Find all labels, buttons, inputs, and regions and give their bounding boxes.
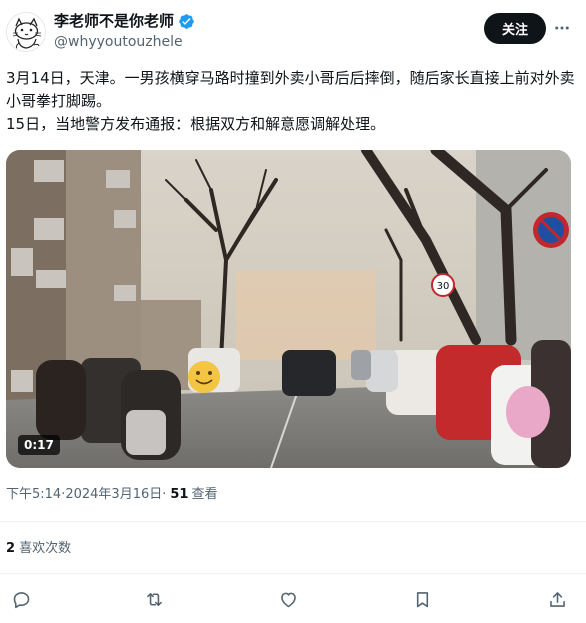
video-thumbnail: 30 [6,150,571,468]
views-count: 51 [170,487,189,502]
meta-separator: · [162,487,167,502]
retweet-icon[interactable] [141,586,167,612]
tweet-date[interactable]: 2024年3月16日 [65,486,162,504]
avatar[interactable] [6,12,46,52]
smiley-face-icon [188,361,220,393]
divider [0,521,586,522]
tweet-time[interactable]: 下午5:14 [6,486,61,504]
follow-button[interactable]: 关注 [484,13,546,44]
likes-stat[interactable]: 2 喜欢次数 [6,540,71,558]
video-player[interactable]: 30 0:17 [6,150,571,468]
tweet-meta: 下午5:14 · 2024年3月16日 · 51 查看 [6,486,218,504]
tweet-text-line: 15日，当地警方发布通报：根据双方和解意愿调解处理。 [6,115,386,133]
author-name-row: 李老师不是你老师 [54,12,195,30]
speed-limit-sign: 30 [437,281,450,292]
verified-badge-icon [178,13,195,30]
tweet-header: 李老师不是你老师 @whyyoutouzhele 关注 [0,0,586,60]
divider [0,573,586,574]
tweet-text: 3月14日，天津。一男孩横穿马路时撞到外卖小哥后后摔倒，随后家长直接上前对外卖小… [6,67,578,136]
author-handle[interactable]: @whyyoutouzhele [54,33,183,51]
likes-label: 喜欢次数 [15,541,72,556]
video-duration-badge: 0:17 [18,435,60,455]
like-icon[interactable] [275,586,301,612]
cat-sketch-avatar-icon [7,13,45,51]
bookmark-icon[interactable] [409,586,435,612]
action-bar [0,586,586,614]
share-icon[interactable] [544,586,570,612]
author-display-name[interactable]: 李老师不是你老师 [54,12,174,30]
tweet-text-line: 3月14日，天津。一男孩横穿马路时撞到外卖小哥后后摔倒，随后家长直接上前对外卖小… [6,69,575,110]
likes-count: 2 [6,541,16,556]
reply-icon[interactable] [8,586,34,612]
more-options-icon[interactable] [550,14,574,42]
views-label: 查看 [191,487,218,502]
